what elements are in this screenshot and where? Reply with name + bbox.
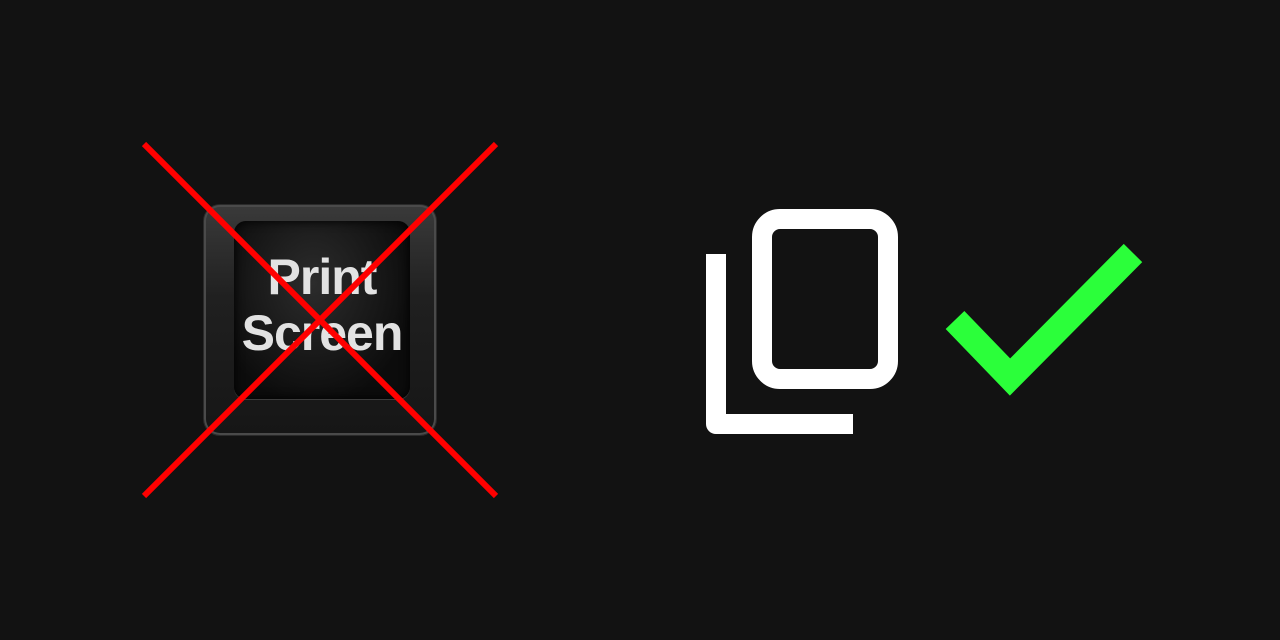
copy-icon [706,209,898,434]
checkmark-icon [945,243,1143,396]
checkmark-stroke [945,243,1143,396]
copy-icon-back-sheet [706,254,853,434]
scene-canvas: Print Screen [0,0,1280,640]
copy-icon-front-sheet [752,209,898,389]
